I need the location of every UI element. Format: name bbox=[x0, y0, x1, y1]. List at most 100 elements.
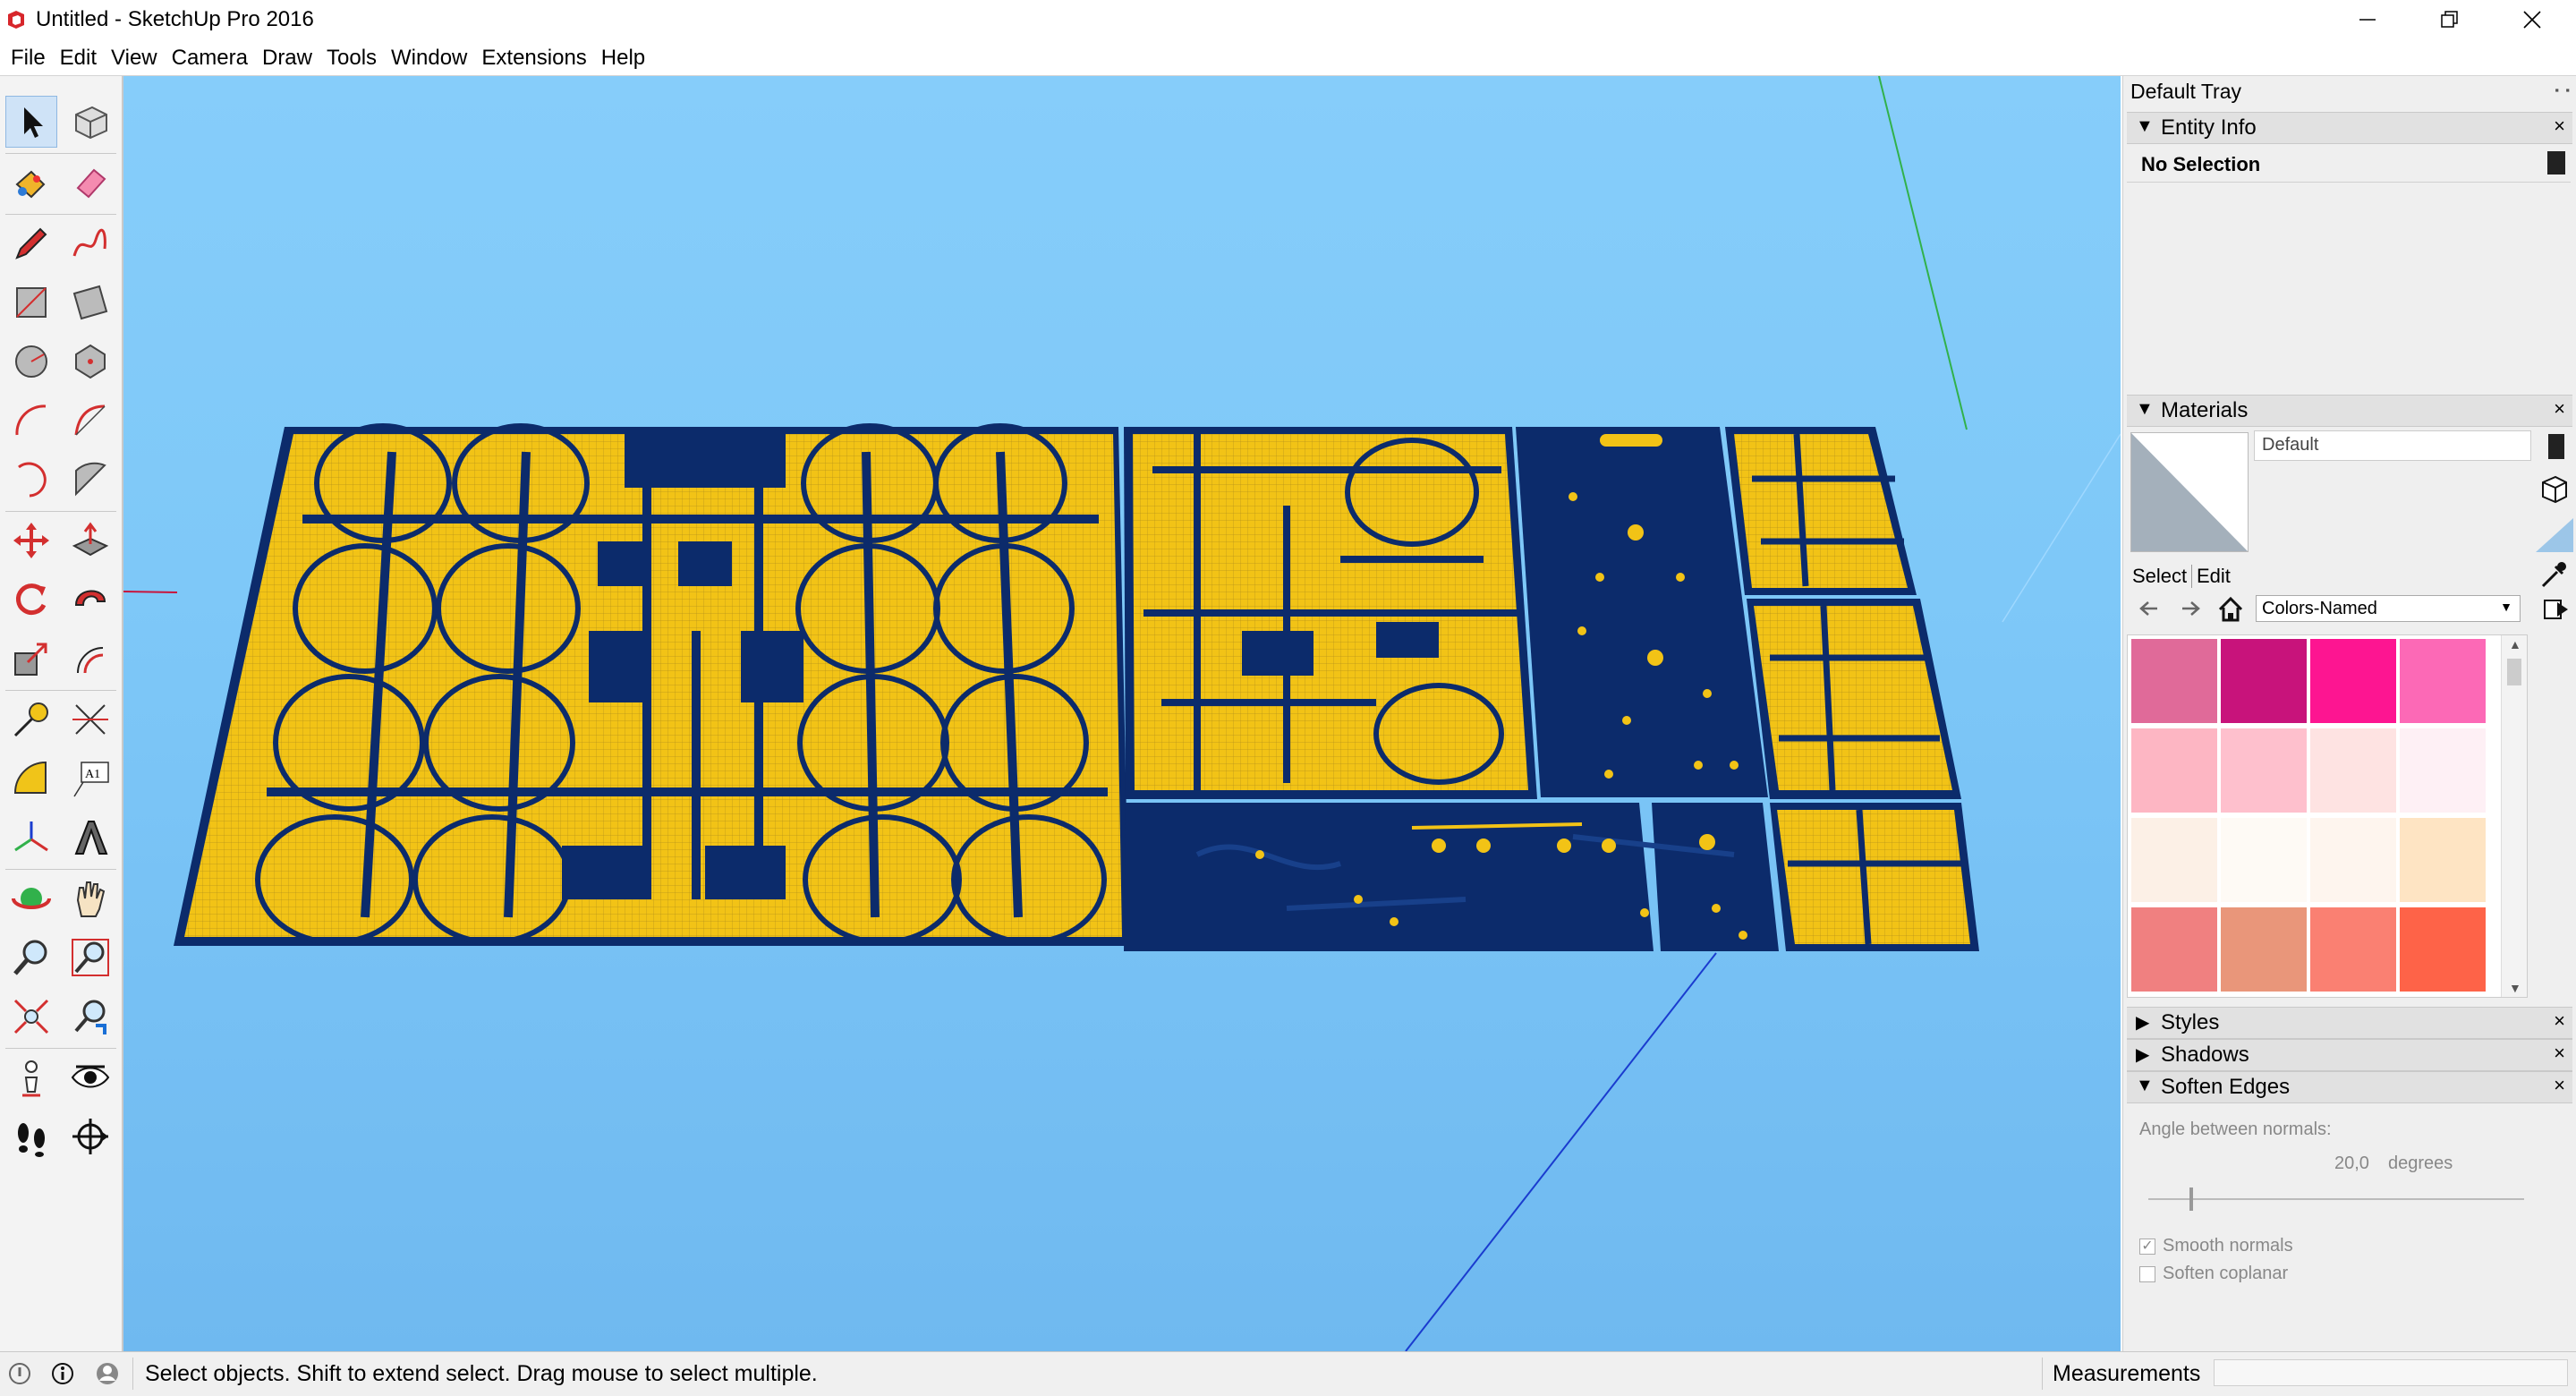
geo-location-icon[interactable] bbox=[7, 1361, 32, 1386]
scale-tool-button[interactable] bbox=[5, 633, 57, 685]
three-point-arc-button[interactable] bbox=[5, 454, 57, 506]
details-arrow-icon[interactable] bbox=[2541, 595, 2570, 624]
rotate-tool-button[interactable] bbox=[5, 574, 57, 626]
push-pull-button[interactable] bbox=[64, 515, 116, 566]
pcb-board-main[interactable] bbox=[174, 423, 1129, 946]
material-swatch[interactable] bbox=[2131, 639, 2217, 723]
material-swatch[interactable] bbox=[2310, 818, 2396, 902]
material-swatch[interactable] bbox=[2400, 639, 2486, 723]
select-tool-button[interactable] bbox=[5, 96, 57, 148]
menu-view[interactable]: View bbox=[104, 41, 165, 75]
back-arrow-icon[interactable] bbox=[2136, 595, 2163, 622]
minimize-button[interactable] bbox=[2326, 0, 2409, 39]
protractor-button[interactable] bbox=[5, 753, 57, 804]
menu-extensions[interactable]: Extensions bbox=[474, 41, 593, 75]
soften-edges-header[interactable]: ▼ Soften Edges × bbox=[2127, 1071, 2572, 1103]
pcb-board-regulator[interactable] bbox=[1516, 427, 1768, 797]
material-swatch[interactable] bbox=[2131, 818, 2217, 902]
entity-details-toggle-icon[interactable] bbox=[2547, 151, 2565, 174]
soften-coplanar-checkbox[interactable] bbox=[2139, 1266, 2155, 1282]
text-tool-button[interactable]: A1 bbox=[64, 753, 116, 804]
scroll-up-icon[interactable]: ▲ bbox=[2509, 637, 2521, 651]
scroll-down-icon[interactable]: ▼ bbox=[2509, 981, 2521, 995]
material-swatch[interactable] bbox=[2221, 818, 2307, 902]
menu-camera[interactable]: Camera bbox=[165, 41, 255, 75]
two-point-arc-button[interactable] bbox=[64, 395, 116, 447]
pcb-board-small-top[interactable] bbox=[1725, 427, 1917, 595]
material-sample-cube-icon[interactable] bbox=[2539, 473, 2570, 504]
slider-thumb[interactable] bbox=[2189, 1187, 2193, 1211]
restore-button[interactable] bbox=[2409, 0, 2491, 39]
entity-info-header[interactable]: ▼ Entity Info × bbox=[2127, 112, 2572, 144]
info-icon[interactable] bbox=[50, 1361, 75, 1386]
close-icon[interactable]: × bbox=[2554, 115, 2565, 138]
close-icon[interactable]: × bbox=[2554, 1074, 2565, 1097]
close-icon[interactable]: × bbox=[2554, 1009, 2565, 1033]
orbit-tool-button[interactable] bbox=[5, 872, 57, 924]
move-tool-button[interactable] bbox=[5, 515, 57, 566]
tape-measure-button[interactable] bbox=[5, 694, 57, 745]
material-swatch[interactable] bbox=[2400, 818, 2486, 902]
axes-tool-button[interactable] bbox=[5, 812, 57, 864]
materials-header[interactable]: ▼ Materials × bbox=[2127, 395, 2572, 427]
component-tool-button[interactable] bbox=[64, 96, 116, 148]
freehand-tool-button[interactable] bbox=[64, 217, 116, 269]
pcb-board-controller[interactable] bbox=[1124, 427, 1537, 799]
user-account-icon[interactable] bbox=[95, 1361, 120, 1386]
default-material-icon[interactable] bbox=[2534, 516, 2575, 554]
menu-tools[interactable]: Tools bbox=[319, 41, 384, 75]
offset-tool-button[interactable] bbox=[64, 633, 116, 685]
eyedropper-icon[interactable] bbox=[2538, 559, 2568, 590]
tray-close-icon[interactable]: ▪ bbox=[2555, 83, 2559, 97]
walk-tool-button[interactable] bbox=[5, 1111, 57, 1162]
swatch-scrollbar[interactable]: ▲ ▼ bbox=[2501, 635, 2527, 997]
material-swatch[interactable] bbox=[2310, 639, 2396, 723]
menu-draw[interactable]: Draw bbox=[255, 41, 319, 75]
line-tool-button[interactable] bbox=[5, 217, 57, 269]
smooth-normals-checkbox[interactable]: ✓ bbox=[2139, 1239, 2155, 1255]
rotated-rectangle-button[interactable] bbox=[64, 277, 116, 328]
pcb-board-small-bottom[interactable] bbox=[1770, 803, 1979, 951]
material-swatch[interactable] bbox=[2221, 907, 2307, 992]
look-around-button[interactable] bbox=[64, 1051, 116, 1103]
modeling-viewport[interactable] bbox=[123, 76, 2121, 1351]
angle-slider[interactable] bbox=[2148, 1186, 2524, 1213]
zoom-window-button[interactable] bbox=[64, 932, 116, 983]
material-swatch[interactable] bbox=[2400, 728, 2486, 813]
material-library-dropdown[interactable]: Colors-Named ▼ bbox=[2256, 595, 2521, 622]
position-camera-button[interactable] bbox=[5, 1051, 57, 1103]
previous-view-button[interactable] bbox=[64, 991, 116, 1043]
material-swatch[interactable] bbox=[2221, 728, 2307, 813]
material-swatch[interactable] bbox=[2131, 728, 2217, 813]
3d-text-button[interactable] bbox=[64, 812, 116, 864]
tab-select[interactable]: Select bbox=[2132, 565, 2187, 588]
tray-pin-icon[interactable]: ▪ bbox=[2565, 83, 2570, 97]
material-swatch[interactable] bbox=[2310, 728, 2396, 813]
close-icon[interactable]: × bbox=[2554, 1042, 2565, 1065]
material-swatch[interactable] bbox=[2221, 639, 2307, 723]
material-swatch[interactable] bbox=[2310, 907, 2396, 992]
close-button[interactable] bbox=[2491, 0, 2573, 39]
tab-edit[interactable]: Edit bbox=[2197, 565, 2231, 588]
zoom-tool-button[interactable] bbox=[5, 932, 57, 983]
home-icon[interactable] bbox=[2216, 595, 2245, 624]
material-name-field[interactable]: Default bbox=[2254, 430, 2531, 461]
arc-tool-button[interactable] bbox=[5, 395, 57, 447]
pan-tool-button[interactable] bbox=[64, 872, 116, 924]
material-swatch[interactable] bbox=[2400, 907, 2486, 992]
create-material-icon[interactable] bbox=[2548, 434, 2564, 459]
follow-me-button[interactable] bbox=[64, 574, 116, 626]
scrollbar-thumb[interactable] bbox=[2507, 659, 2521, 685]
menu-window[interactable]: Window bbox=[384, 41, 474, 75]
material-swatch[interactable] bbox=[2131, 907, 2217, 992]
styles-header[interactable]: ▶ Styles × bbox=[2127, 1007, 2572, 1039]
section-plane-button[interactable] bbox=[64, 1111, 116, 1162]
model-scene[interactable] bbox=[123, 76, 2121, 1351]
zoom-extents-button[interactable] bbox=[5, 991, 57, 1043]
menu-file[interactable]: File bbox=[4, 41, 53, 75]
pie-tool-button[interactable] bbox=[64, 454, 116, 506]
measurements-input[interactable] bbox=[2214, 1359, 2568, 1386]
rectangle-tool-button[interactable] bbox=[5, 277, 57, 328]
paint-bucket-button[interactable] bbox=[5, 157, 57, 209]
forward-arrow-icon[interactable] bbox=[2177, 595, 2204, 622]
